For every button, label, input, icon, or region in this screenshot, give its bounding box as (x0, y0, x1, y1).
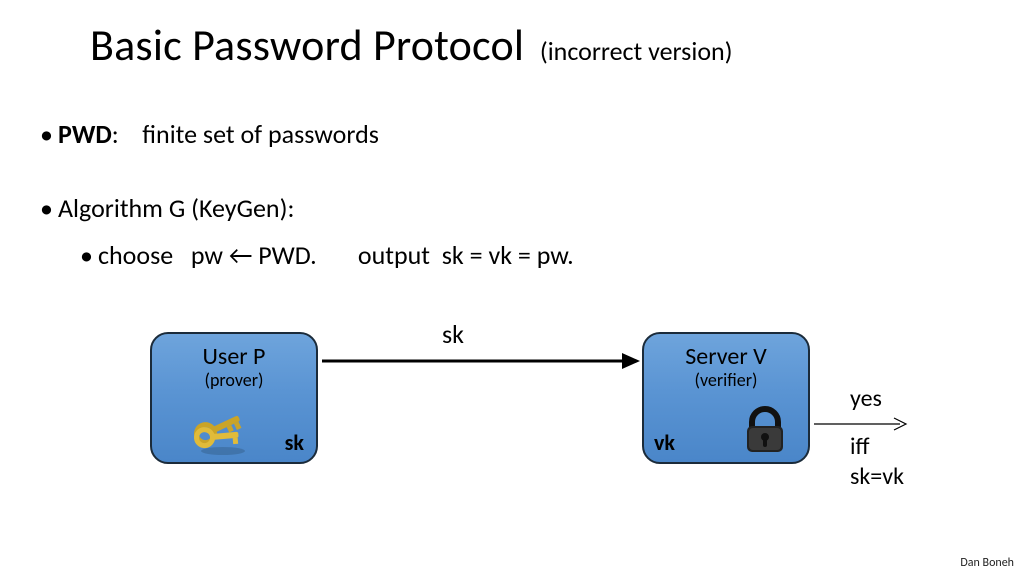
server-box: Server V (verifier) vk (642, 332, 810, 464)
lock-icon (740, 406, 790, 456)
bullet-algorithm-sub-text: choose pw ← PWD. output sk = vk = pw. (98, 239, 574, 271)
title-main: Basic Password Protocol (90, 18, 524, 72)
result-iff: iff sk=vk (850, 432, 904, 492)
protocol-diagram: User P (prover) sk Server V (verifier) (150, 332, 890, 512)
user-title: User P (152, 342, 316, 371)
slide-credit: Dan Boneh (960, 556, 1014, 570)
result-yes: yes (850, 384, 882, 414)
arrow-sk-label: sk (442, 318, 464, 350)
bullet-list: •PWD: finite set of passwords •Algorithm… (40, 110, 984, 273)
user-subtitle: (prover) (152, 369, 316, 391)
bullet-algorithm-text: Algorithm G (KeyGen): (58, 192, 294, 224)
user-key-label: sk (285, 429, 304, 456)
bullet-pwd-label: PWD (58, 118, 112, 150)
keys-icon (188, 406, 258, 456)
bullet-pwd-rest: : finite set of passwords (112, 118, 379, 150)
bullet-pwd: •PWD: finite set of passwords (40, 116, 984, 152)
title-sub: (incorrect version) (540, 35, 733, 67)
arrow-sk (322, 350, 640, 372)
bullet-algorithm-sub: •choose pw ← PWD. output sk = vk = pw. (80, 237, 984, 273)
arrow-result (814, 416, 910, 432)
slide-title: Basic Password Protocol (incorrect versi… (90, 18, 984, 72)
user-box: User P (prover) sk (150, 332, 318, 464)
server-subtitle: (verifier) (644, 369, 808, 391)
bullet-algorithm: •Algorithm G (KeyGen): (40, 190, 984, 226)
server-key-label: vk (654, 429, 675, 456)
server-title: Server V (644, 342, 808, 371)
